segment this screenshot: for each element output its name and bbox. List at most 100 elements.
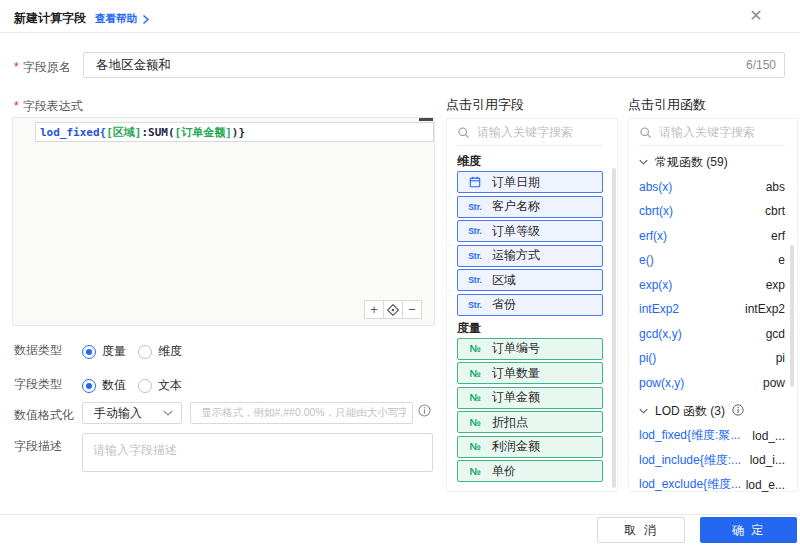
function-item[interactable]: abs(x) abs xyxy=(639,175,785,200)
functions-search-input[interactable]: 请输入关键字搜索 xyxy=(639,119,785,146)
function-name: erf xyxy=(771,229,785,243)
function-item[interactable]: e()e xyxy=(639,248,785,273)
format-select[interactable]: 手动输入 xyxy=(82,402,182,424)
info-icon[interactable] xyxy=(418,403,431,421)
field-type-radio-2[interactable] xyxy=(138,379,152,393)
data-type-radios: 度量维度 xyxy=(82,343,182,360)
focus-icon xyxy=(387,304,399,316)
search-icon xyxy=(457,126,470,139)
field-item-measure[interactable]: №单价 xyxy=(457,460,603,482)
field-item-dimension[interactable]: Str.运输方式 xyxy=(457,245,603,267)
function-signature: abs(x) xyxy=(639,180,672,194)
function-signature: erf(x) xyxy=(639,229,667,243)
field-item-label: 订单数量 xyxy=(492,365,540,382)
expression-label: *字段表达式 xyxy=(14,98,83,115)
field-item-dimension[interactable]: Str. 省份 xyxy=(457,294,603,316)
data-type-radio-2[interactable] xyxy=(138,345,152,359)
field-item-label: 运输方式 xyxy=(492,247,540,264)
format-input[interactable]: 显示格式，例如#,##0.00%，只能由大小写字... xyxy=(190,402,413,424)
field-name-value: 各地区金额和 xyxy=(96,57,746,74)
chevron-right-icon xyxy=(142,15,150,24)
number-type-icon: № xyxy=(463,417,487,428)
field-item-measure[interactable]: №折扣点 xyxy=(457,411,603,433)
zoom-out-button[interactable]: − xyxy=(402,300,422,319)
field-item-label: 利润金额 xyxy=(492,438,540,455)
field-item-dimension[interactable]: Str. 订单等级 xyxy=(457,220,603,242)
function-signature: intExp2 xyxy=(639,302,679,316)
function-name: exp xyxy=(766,278,785,292)
field-item-dimension[interactable]: Str.客户名称 xyxy=(457,196,603,218)
number-type-icon: № xyxy=(463,466,487,477)
description-label: 字段描述 xyxy=(14,438,62,455)
field-type-radio-1[interactable] xyxy=(82,379,96,393)
dimensions-label: 维度 xyxy=(457,152,603,170)
footer-divider xyxy=(0,514,800,515)
functions-panel-title: 点击引用函数 xyxy=(628,96,706,114)
function-signature: cbrt(x) xyxy=(639,204,673,218)
code-token: lod_fixed{ xyxy=(40,126,106,139)
function-signature: pi() xyxy=(639,351,656,365)
expression-code[interactable]: lod_fixed{[区域]:SUM([订单金额])} xyxy=(35,122,434,142)
editor-zoom-controls: + − xyxy=(364,300,422,319)
calendar-icon xyxy=(463,176,487,188)
fields-scrollbar[interactable] xyxy=(612,168,616,488)
chevron-down-icon xyxy=(639,408,648,414)
field-item-measure[interactable]: №利润金额 xyxy=(457,436,603,458)
function-item[interactable]: lod_include{维度:... lod_i... xyxy=(639,448,785,473)
function-signature: exp(x) xyxy=(639,278,672,292)
function-group-header[interactable]: 常规函数 (59) xyxy=(639,150,785,175)
function-item[interactable]: pi() pi xyxy=(639,346,785,371)
function-name: intExp2 xyxy=(745,302,785,316)
string-type-icon: Str. xyxy=(463,226,487,236)
field-item-measure[interactable]: №订单金额 xyxy=(457,387,603,409)
expression-editor[interactable]: lod_fixed{[区域]:SUM([订单金额])} + − xyxy=(12,117,435,326)
data-type-radio-1[interactable] xyxy=(82,345,96,359)
functions-scrollbar[interactable] xyxy=(790,245,794,387)
create-calc-field-dialog: 新建计算字段 查看帮助 ✕ *字段原名 各地区金额和 6/150 *字段表达式 … xyxy=(0,0,800,547)
field-item-measure[interactable]: №订单数量 xyxy=(457,362,603,384)
function-item[interactable]: intExp2 intExp2 xyxy=(639,297,785,322)
function-signature: gcd(x,y) xyxy=(639,327,682,341)
info-icon[interactable] xyxy=(732,404,744,418)
field-item-label: 省份 xyxy=(492,296,516,313)
function-item[interactable]: pow(x,y)pow xyxy=(639,371,785,396)
field-item-measure[interactable]: №订单编号 xyxy=(457,338,603,360)
function-name: pi xyxy=(776,351,785,365)
function-item[interactable]: erf(x) erf xyxy=(639,224,785,249)
help-link[interactable]: 查看帮助 xyxy=(95,12,150,26)
confirm-button[interactable]: 确 定 xyxy=(700,517,797,543)
zoom-reset-button[interactable] xyxy=(383,300,403,319)
function-item[interactable]: cbrt(x)cbrt xyxy=(639,199,785,224)
function-item[interactable]: exp(x) exp xyxy=(639,273,785,298)
field-type-radios: 数值 文本 xyxy=(82,377,182,394)
function-name: lod_i... xyxy=(750,453,785,467)
measures-label: 度量 xyxy=(457,319,603,337)
fields-search-input[interactable]: 请输入关键字搜索 xyxy=(457,119,603,146)
format-label: 数值格式化 xyxy=(14,407,74,424)
function-name: abs xyxy=(766,180,785,194)
function-item[interactable]: lod_fixed{维度:聚...lod_... xyxy=(639,424,785,449)
string-type-icon: Str. xyxy=(463,300,487,310)
code-token: )} xyxy=(232,126,245,139)
function-group-header[interactable]: LOD 函数 (3) xyxy=(639,399,785,424)
description-textarea[interactable]: 请输入字段描述 xyxy=(82,433,433,472)
function-signature: lod_exclude{维度... xyxy=(639,476,741,493)
field-type-label: 字段类型 xyxy=(14,376,62,393)
chevron-down-icon xyxy=(639,159,648,165)
function-item[interactable]: gcd(x,y)gcd xyxy=(639,322,785,347)
cancel-button[interactable]: 取 消 xyxy=(597,517,685,543)
field-item-dimension[interactable]: Str.区域 xyxy=(457,269,603,291)
code-token: [区域] xyxy=(106,125,141,140)
field-item-label: 订单编号 xyxy=(492,340,540,357)
function-item[interactable]: lod_exclude{维度...lod_e... xyxy=(639,473,785,498)
function-signature: lod_include{维度:... xyxy=(639,452,741,469)
close-icon[interactable]: ✕ xyxy=(746,6,766,26)
editor-scrollbar[interactable] xyxy=(419,118,433,121)
function-group-title: LOD 函数 (3) xyxy=(655,403,725,420)
field-item-dimension[interactable]: 订单日期 xyxy=(457,171,603,193)
zoom-in-button[interactable]: + xyxy=(364,300,384,319)
field-type-radio-label: 数值 xyxy=(102,377,126,394)
field-type-radio-label: 文本 xyxy=(158,377,182,394)
field-name-input[interactable]: 各地区金额和 6/150 xyxy=(83,52,785,78)
field-item-label: 订单等级 xyxy=(492,223,540,240)
